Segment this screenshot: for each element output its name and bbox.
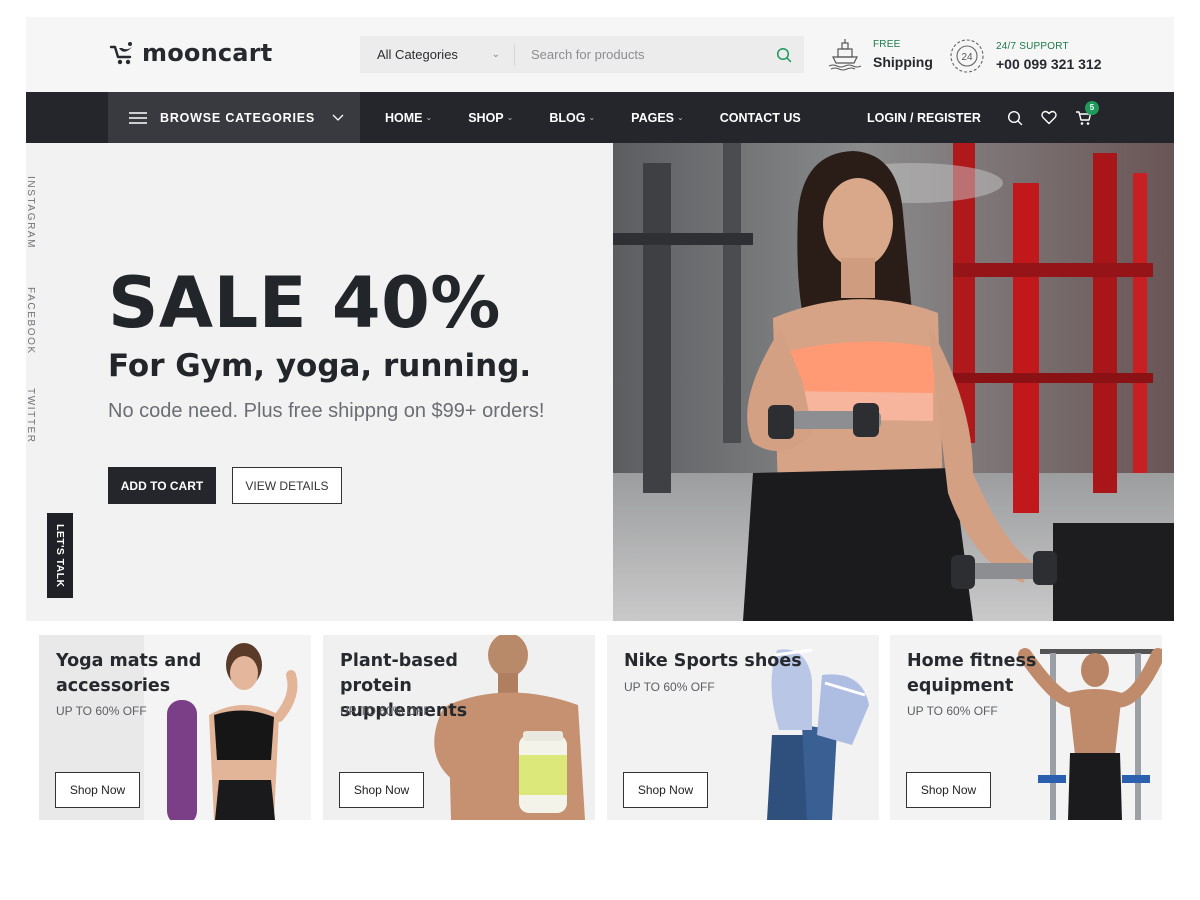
category-card-yoga[interactable]: Yoga mats and accessories UP TO 60% OFF … [39, 635, 311, 820]
nav-item-label: SHOP [468, 110, 504, 125]
support-info: 24 24/7 SUPPORT +00 099 321 312 [948, 37, 1102, 75]
view-details-button[interactable]: VIEW DETAILS [232, 467, 342, 504]
social-link-twitter[interactable]: TWITTER [25, 388, 36, 444]
search-input[interactable] [515, 36, 764, 73]
gym-woman-dumbbell-image [613, 143, 1174, 621]
search-bar: All Categories ⌄ [360, 36, 804, 73]
hero-subtitle: For Gym, yoga, running. [108, 348, 532, 384]
card-title: Home fitness equipment [907, 651, 1037, 696]
nav-item-pages[interactable]: PAGES ⌄ [631, 111, 684, 125]
search-icon [1007, 110, 1023, 125]
card-offer: UP TO 60% OFF [624, 680, 715, 694]
support-small-label: 24/7 SUPPORT [996, 40, 1069, 52]
nav-item-blog[interactable]: BLOG ⌄ [549, 111, 595, 125]
browse-categories-button[interactable]: BROWSE CATEGORIES [108, 92, 360, 143]
card-offer: UP TO 60% OFF [340, 704, 431, 718]
top-header: mooncart All Categories ⌄ FREE Shipping [26, 17, 1174, 92]
category-card-shoes[interactable]: Nike Sports shoes UP TO 60% OFF Shop Now [607, 635, 879, 820]
social-link-instagram[interactable]: INSTAGRAM [25, 176, 36, 249]
main-navbar: BROWSE CATEGORIES HOME ⌄ SHOP ⌄ BLOG ⌄ P… [26, 92, 1174, 143]
search-button[interactable] [764, 36, 804, 73]
nav-item-home[interactable]: HOME ⌄ [385, 111, 432, 125]
shipping-small-label: FREE [873, 38, 901, 50]
wishlist-button[interactable] [1040, 109, 1058, 127]
chevron-down-icon: ⌄ [506, 113, 514, 122]
category-select-value: All Categories [377, 47, 458, 62]
cart-button[interactable]: 5 [1074, 100, 1099, 127]
add-to-cart-button[interactable]: ADD TO CART [108, 467, 216, 504]
hero-title: SALE 40% [108, 262, 501, 344]
login-register-link[interactable]: LOGIN / REGISTER [867, 92, 981, 143]
support-phone[interactable]: +00 099 321 312 [996, 56, 1102, 72]
nav-search-button[interactable] [1006, 109, 1024, 127]
hamburger-menu-icon [129, 111, 147, 124]
shop-now-button[interactable]: Shop Now [55, 772, 140, 808]
card-offer: UP TO 60% OFF [907, 704, 998, 718]
heart-icon [1041, 110, 1057, 125]
shop-now-button[interactable]: Shop Now [339, 772, 424, 808]
nav-item-label: PAGES [631, 110, 674, 125]
card-offer: UP TO 60% OFF [56, 704, 147, 718]
chevron-down-icon: ⌄ [588, 113, 596, 122]
cart-moon-logo-icon [109, 42, 132, 65]
chevron-down-icon [332, 114, 344, 121]
category-card-protein[interactable]: Plant-based protein supplements UP TO 60… [323, 635, 595, 820]
nav-item-label: BLOG [549, 110, 586, 125]
card-title: Nike Sports shoes [624, 651, 802, 671]
svg-text:24: 24 [961, 52, 973, 63]
support-24-icon: 24 [950, 39, 984, 73]
card-title: Yoga mats and accessories [56, 651, 202, 696]
category-select[interactable]: All Categories ⌄ [360, 43, 515, 66]
cart-count-badge: 5 [1085, 100, 1099, 115]
main-menu: HOME ⌄ SHOP ⌄ BLOG ⌄ PAGES ⌄ CONTACT US [385, 92, 837, 143]
shipping-info: FREE Shipping [827, 37, 933, 71]
nav-item-label: CONTACT US [719, 110, 801, 125]
category-card-fitness[interactable]: Home fitness equipment UP TO 60% OFF Sho… [890, 635, 1162, 820]
nav-item-contact[interactable]: CONTACT US [720, 111, 801, 125]
nav-actions: 5 [1006, 92, 1099, 143]
shipping-big-label: Shipping [873, 53, 933, 70]
shop-now-button[interactable]: Shop Now [623, 772, 708, 808]
chevron-down-icon: ⌄ [677, 113, 684, 122]
nav-item-shop[interactable]: SHOP ⌄ [468, 111, 513, 125]
hero-description: No code need. Plus free shippng on $99+ … [108, 400, 545, 422]
chevron-down-icon: ⌄ [425, 113, 433, 122]
shop-now-button[interactable]: Shop Now [906, 772, 991, 808]
social-link-facebook[interactable]: FACEBOOK [25, 287, 36, 355]
logo[interactable]: mooncart [108, 38, 272, 68]
search-icon [776, 47, 792, 62]
nav-item-label: HOME [385, 110, 423, 125]
lets-talk-button[interactable]: LET'S TALK [47, 513, 73, 598]
browse-categories-label: BROWSE CATEGORIES [160, 110, 316, 125]
brand-name: mooncart [142, 39, 273, 67]
chevron-down-icon: ⌄ [491, 49, 500, 60]
ship-icon [828, 39, 862, 71]
hero-image [613, 143, 1174, 621]
